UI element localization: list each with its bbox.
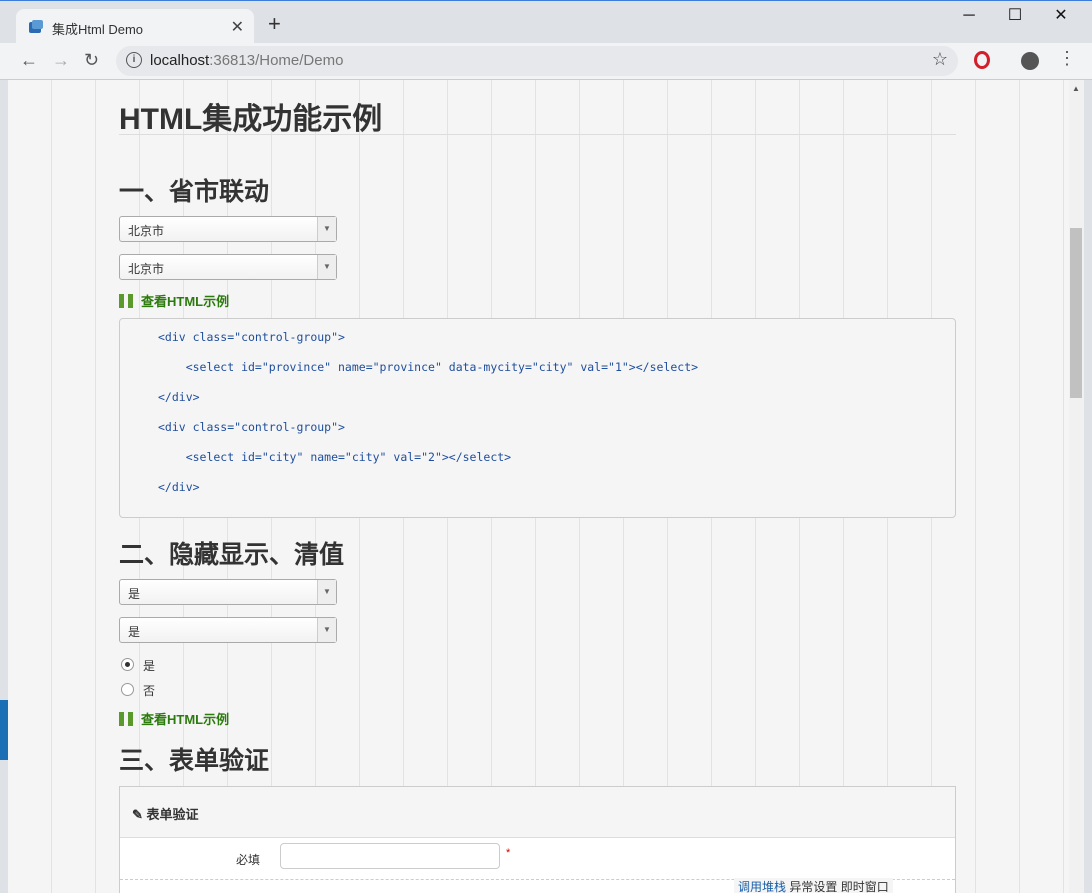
scrollbar-thumb[interactable] [1070,228,1082,398]
radio-no[interactable] [121,683,134,696]
tab-close-icon[interactable]: ✕ [231,17,244,37]
browser-menu-icon[interactable]: ⋮ [1058,48,1076,69]
view-html-link-1[interactable]: 查看HTML示例 [119,291,229,310]
code-block: <div class="control-group"> <select id="… [119,318,956,518]
url-text[interactable]: localhost:36813/Home/Demo [150,52,343,69]
new-tab-button[interactable]: + [268,13,281,35]
required-field-label: 必填 [236,853,261,867]
radio-yes-label: 是 [143,659,156,673]
ide-status-bar: 调用堆栈 异常设置 即时窗口 [734,878,893,893]
bookmark-star-icon[interactable]: ☆ [932,49,948,70]
forward-button[interactable]: → [52,49,70,71]
show-hide-select-1[interactable]: 是 ▼ [119,579,337,605]
required-field-input[interactable] [280,843,500,869]
section3-heading: 三、表单验证 [119,747,270,775]
code-line: <select id="province" name="province" da… [158,360,699,374]
browser-toolbar: ← → ↻ i localhost:36813/Home/Demo ☆ ⋮ [0,43,1092,80]
panel-title: ✎ 表单验证 [132,807,199,822]
favicon-icon [29,20,43,33]
tab-title: 集成Html Demo [52,22,144,37]
chevron-down-icon: ▼ [317,255,336,279]
city-select[interactable]: 北京市 ▼ [119,254,337,280]
code-line: </div> [158,480,200,494]
chevron-down-icon: ▼ [317,580,336,604]
city-select-value: 北京市 [128,262,165,276]
page-title: HTML集成功能示例 [119,103,383,136]
select-value: 是 [128,625,141,639]
province-select[interactable]: 北京市 ▼ [119,216,337,242]
url-host: localhost [150,52,210,69]
radio-yes[interactable] [121,658,134,671]
panel-header: ✎ 表单验证 [120,787,955,838]
expand-icon [119,294,133,308]
scroll-up-icon[interactable]: ▲ [1072,84,1080,93]
immediate-window-tab[interactable]: 即时窗口 [841,880,889,893]
minimize-button[interactable]: ─ [946,5,992,29]
page-scrollbar[interactable]: ▲ [1069,80,1084,893]
code-line: </div> [158,390,200,404]
background-window-edge [0,700,8,760]
window-edge [1084,80,1092,893]
section2-heading: 二、隐藏显示、清值 [119,541,345,569]
opera-extension-icon[interactable] [974,51,990,69]
required-mark: * [506,847,511,859]
info-icon[interactable]: i [126,52,142,68]
form-validation-panel: ✎ 表单验证 必填 * [119,786,956,893]
radio-no-label: 否 [143,684,156,698]
maximize-button[interactable]: ☐ [992,5,1038,29]
view-html-link-text: 查看HTML示例 [141,712,230,727]
code-line: <div class="control-group"> [158,420,345,434]
show-hide-select-2[interactable]: 是 ▼ [119,617,337,643]
chevron-down-icon: ▼ [317,217,336,241]
reload-button[interactable]: ↻ [84,49,99,71]
title-divider [119,134,956,135]
tab-bar: 集成Html Demo ✕ + ─ ☐ ✕ [0,0,1092,45]
page-viewport: HTML集成功能示例 一、省市联动 北京市 ▼ 北京市 ▼ 查看HTML示例 <… [8,80,1069,893]
code-line: <div class="control-group"> [158,330,345,344]
call-stack-tab[interactable]: 调用堆栈 [738,880,786,893]
back-button[interactable]: ← [20,49,38,71]
select-value: 是 [128,587,141,601]
browser-window: 集成Html Demo ✕ + ─ ☐ ✕ ← → ↻ i localhost:… [0,0,1092,893]
exception-settings-tab[interactable]: 异常设置 [789,880,837,893]
view-html-link-2[interactable]: 查看HTML示例 [119,709,229,728]
address-bar[interactable]: i localhost:36813/Home/Demo ☆ [116,46,958,76]
browser-tab[interactable]: 集成Html Demo ✕ [16,9,254,45]
code-line: <select id="city" name="city" val="2"></… [158,450,512,464]
province-select-value: 北京市 [128,224,165,238]
view-html-link-text: 查看HTML示例 [141,294,230,309]
section1-heading: 一、省市联动 [119,178,270,206]
url-path: :36813/Home/Demo [209,52,344,69]
panel-title-text: 表单验证 [146,807,199,822]
chevron-down-icon: ▼ [317,618,336,642]
account-icon[interactable] [1021,52,1039,70]
expand-icon [119,712,133,726]
close-window-button[interactable]: ✕ [1038,5,1084,29]
